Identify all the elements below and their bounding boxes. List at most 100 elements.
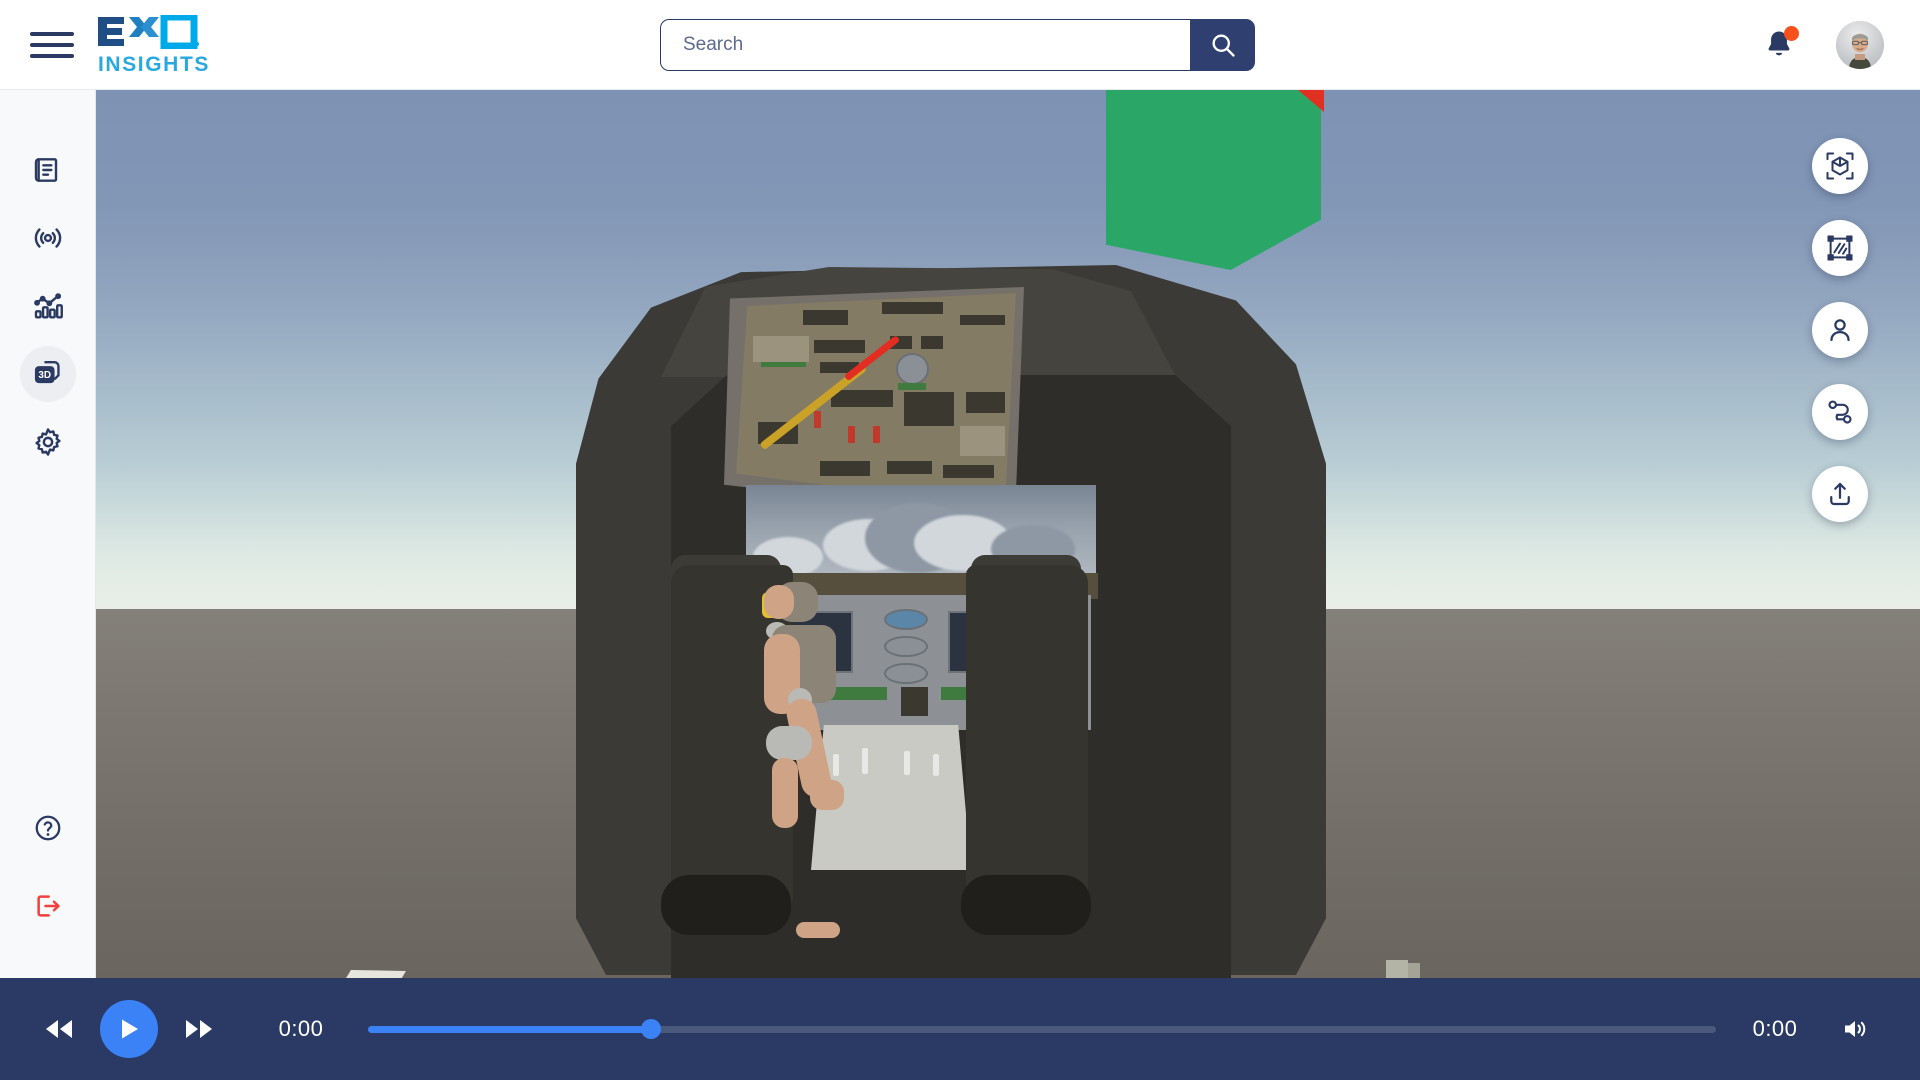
mannequin-face <box>764 585 794 619</box>
volume-icon <box>1845 1021 1866 1037</box>
panel-switch <box>960 314 1005 326</box>
panel-switch <box>943 465 994 478</box>
panel-switch <box>904 391 955 427</box>
fast-forward-button[interactable] <box>170 1000 228 1058</box>
instrument-gauge <box>883 635 928 658</box>
scene-box <box>1386 960 1420 978</box>
duration-label: 0:00 <box>1752 1016 1798 1041</box>
search-input[interactable] <box>660 19 1190 71</box>
progress-thumb[interactable] <box>641 1019 662 1039</box>
seat-base <box>961 875 1091 935</box>
box-front-face <box>1386 960 1408 978</box>
video-player-bar: 0:00 0:00 <box>0 978 1920 1080</box>
panel-gauge <box>895 353 930 386</box>
3d-bounding-box-icon <box>1826 152 1854 180</box>
sidebar-item-settings[interactable] <box>20 414 76 470</box>
sidebar-item-logout[interactable] <box>20 878 76 934</box>
hamburger-bar <box>30 31 74 36</box>
notification-badge-dot <box>1784 26 1799 41</box>
question-circle-icon <box>35 815 60 841</box>
fast-forward-icon <box>186 1020 212 1038</box>
sidebar-bottom-group <box>20 800 76 946</box>
tool-person-view[interactable] <box>1812 302 1868 358</box>
panel-switch <box>965 391 1005 414</box>
search-button[interactable] <box>1190 19 1255 71</box>
panel-switch <box>960 426 1005 457</box>
hamburger-bar <box>30 53 74 58</box>
mannequin-figure <box>754 530 884 938</box>
panel-switch <box>752 336 809 362</box>
sidebar-item-3d[interactable]: 3D <box>19 346 76 402</box>
panel-switch-red <box>873 426 881 444</box>
copilot-seat <box>966 565 1088 905</box>
user-avatar[interactable] <box>1836 21 1884 69</box>
panel-switch <box>887 460 932 474</box>
seat-base <box>661 875 791 935</box>
mannequin-hand <box>810 780 844 810</box>
3d-viewport[interactable] <box>96 90 1920 978</box>
mannequin-leg <box>772 758 798 828</box>
overhead-panel <box>736 293 1016 508</box>
hamburger-menu-icon[interactable] <box>30 28 74 62</box>
sidebar-item-analytics[interactable] <box>20 278 76 334</box>
panel-switch <box>803 310 848 326</box>
analytics-chart-icon <box>33 293 63 319</box>
instrument-gauge <box>883 662 928 685</box>
control-lever <box>932 754 939 776</box>
person-icon <box>1830 319 1850 342</box>
progress-track[interactable] <box>368 1019 1716 1039</box>
hamburger-bar <box>30 42 74 47</box>
avatar-photo <box>1836 21 1884 69</box>
panel-switch-red <box>848 426 855 444</box>
upload-share-icon <box>1830 482 1850 506</box>
rewind-icon <box>46 1020 72 1038</box>
throttle-quadrant <box>900 686 928 717</box>
panel-switch <box>920 336 944 349</box>
panel-indicator <box>898 383 927 390</box>
tool-area-select[interactable] <box>1812 220 1868 276</box>
mannequin-foot <box>796 922 840 938</box>
body-region: 3D <box>0 90 1920 978</box>
app-root: INSIGHTS Search 3D 0:00 0:00 <box>0 0 1920 1080</box>
broadcast-signal-icon <box>34 228 61 248</box>
volume-button[interactable] <box>1836 1009 1876 1049</box>
tool-bounding-box[interactable] <box>1812 138 1868 194</box>
control-lever <box>903 751 910 776</box>
sidebar-item-help[interactable] <box>20 800 76 856</box>
notifications-button[interactable] <box>1762 26 1799 62</box>
svg-text:3D: 3D <box>38 370 51 381</box>
panel-switch <box>820 460 871 476</box>
brand-tagline: INSIGHTS <box>98 52 210 76</box>
brand-logo[interactable]: INSIGHTS <box>96 14 210 76</box>
crop-area-icon <box>1827 235 1853 261</box>
3d-scene <box>96 90 1920 978</box>
tool-path-trace[interactable] <box>1812 384 1868 440</box>
box-side-face <box>1408 963 1420 978</box>
sidebar-item-live[interactable] <box>20 210 76 266</box>
panel-display <box>831 389 893 407</box>
attitude-indicator <box>883 608 928 631</box>
play-icon <box>122 1019 138 1039</box>
header-actions <box>1762 0 1884 90</box>
mannequin-hip-joint <box>766 726 812 760</box>
document-book-icon <box>34 158 57 182</box>
tool-export[interactable] <box>1812 466 1868 522</box>
box-top-face <box>342 970 406 978</box>
logout-icon <box>36 895 60 917</box>
sidebar-item-reports[interactable] <box>20 142 76 198</box>
3d-layers-icon: 3D <box>34 361 60 384</box>
node-path-icon <box>1828 400 1852 424</box>
viewport-tool-palette <box>1812 138 1868 522</box>
top-header: INSIGHTS <box>0 0 1920 90</box>
gear-icon <box>34 428 61 456</box>
progress-fill <box>368 1025 652 1033</box>
rewind-button[interactable] <box>30 1000 88 1058</box>
left-sidebar: 3D <box>0 90 96 978</box>
exo-wordmark-icon <box>98 14 199 49</box>
search-icon <box>1212 34 1235 57</box>
panel-indicator <box>761 361 806 368</box>
panel-switch <box>814 340 865 354</box>
current-time-label: 0:00 <box>278 1016 324 1041</box>
cockpit-model <box>576 175 1326 978</box>
play-button[interactable] <box>100 1000 158 1058</box>
